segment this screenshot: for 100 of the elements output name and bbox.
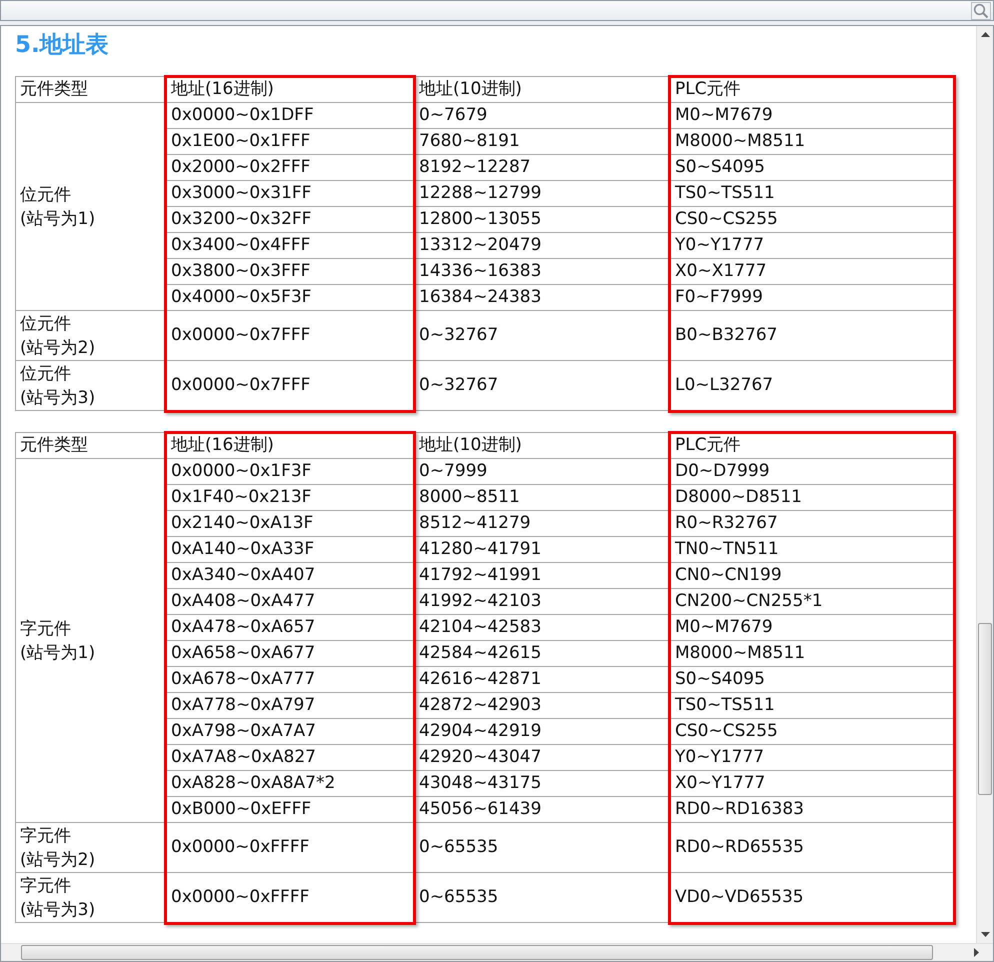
table-cell: 0xA340~0xA407: [167, 563, 414, 588]
table-cell: 14336~16383: [415, 259, 670, 284]
table-cell: 7680~8191: [415, 129, 670, 154]
table-cell: 0xA7A8~0xA827: [167, 745, 414, 770]
column-header: 元件类型: [16, 77, 166, 102]
table-cell: 42904~42919: [415, 719, 670, 744]
table-cell: 42920~43047: [415, 745, 670, 770]
table-cell: 0~65535: [415, 873, 670, 922]
table-cell: 0xA828~0xA8A7*2: [167, 771, 414, 796]
table-cell: 0x2140~0xA13F: [167, 511, 414, 536]
table-cell: 0xA140~0xA33F: [167, 537, 414, 562]
table-cell: CN200~CN255*1: [671, 589, 954, 614]
table-cell: M0~M7679: [671, 103, 954, 128]
table-cell: 13312~20479: [415, 233, 670, 258]
table-cell: 0x0000~0xFFFF: [167, 873, 414, 922]
column-header: 地址(10进制): [415, 433, 670, 458]
table-cell: 43048~43175: [415, 771, 670, 796]
table-cell: 字元件 (站号为3): [16, 873, 166, 922]
table-cell: 0x0000~0x7FFF: [167, 361, 414, 410]
table-cell: 0x0000~0x1DFF: [167, 103, 414, 128]
scroll-down-icon[interactable]: [980, 931, 990, 937]
column-header: PLC元件: [671, 433, 954, 458]
table-cell: 位元件 (站号为1): [16, 103, 166, 310]
table-cell: D0~D7999: [671, 459, 954, 484]
table-cell: 0~7679: [415, 103, 670, 128]
table-cell: 0~7999: [415, 459, 670, 484]
section-heading: 5.地址表: [15, 31, 110, 60]
table-cell: Y0~Y1777: [671, 745, 954, 770]
table-cell: 0xA778~0xA797: [167, 693, 414, 718]
table-cell: TN0~TN511: [671, 537, 954, 562]
table-cell: R0~R32767: [671, 511, 954, 536]
table-cell: CS0~CS255: [671, 207, 954, 232]
search-button[interactable]: [971, 2, 991, 20]
table-cell: 0x0000~0x7FFF: [167, 311, 414, 360]
table-cell: TS0~TS511: [671, 181, 954, 206]
table-cell: M0~M7679: [671, 615, 954, 640]
table-cell: CN0~CN199: [671, 563, 954, 588]
scroll-right-icon[interactable]: [973, 948, 979, 957]
table-cell: 0x1E00~0x1FFF: [167, 129, 414, 154]
table-cell: 8000~8511: [415, 485, 670, 510]
table-cell: 0x1F40~0x213F: [167, 485, 414, 510]
table-cell: X0~Y1777: [671, 771, 954, 796]
table-cell: 0x2000~0x2FFF: [167, 155, 414, 180]
horizontal-scrollbar[interactable]: [1, 943, 993, 961]
table-cell: 0~65535: [415, 823, 670, 872]
table-cell: 0xA408~0xA477: [167, 589, 414, 614]
table-cell: 0x3800~0x3FFF: [167, 259, 414, 284]
table-cell: B0~B32767: [671, 311, 954, 360]
table-cell: 0x4000~0x5F3F: [167, 285, 414, 310]
table-cell: 0xB000~0xEFFF: [167, 797, 414, 822]
search-icon: [973, 2, 989, 18]
table-cell: 位元件 (站号为2): [16, 311, 166, 360]
column-header: 地址(16进制): [167, 433, 414, 458]
column-header: 地址(10进制): [415, 77, 670, 102]
table-cell: D8000~D8511: [671, 485, 954, 510]
table-cell: Y0~Y1777: [671, 233, 954, 258]
table-cell: 42104~42583: [415, 615, 670, 640]
table-cell: 0xA658~0xA677: [167, 641, 414, 666]
table-cell: 0xA678~0xA777: [167, 667, 414, 692]
column-header: 元件类型: [16, 433, 166, 458]
table-cell: 45056~61439: [415, 797, 670, 822]
table-cell: F0~F7999: [671, 285, 954, 310]
table-cell: S0~S4095: [671, 155, 954, 180]
table-cell: 位元件 (站号为3): [16, 361, 166, 410]
table-cell: 42584~42615: [415, 641, 670, 666]
table-cell: 字元件 (站号为1): [16, 459, 166, 822]
table-cell: CS0~CS255: [671, 719, 954, 744]
table-cell: 41992~42103: [415, 589, 670, 614]
table-cell: 字元件 (站号为2): [16, 823, 166, 872]
table-cell: 8512~41279: [415, 511, 670, 536]
table-cell: TS0~TS511: [671, 693, 954, 718]
table-cell: 0x0000~0x1F3F: [167, 459, 414, 484]
table-cell: M8000~M8511: [671, 641, 954, 666]
scrollbar-thumb[interactable]: [978, 623, 992, 795]
table-cell: 41792~41991: [415, 563, 670, 588]
table-cell: L0~L32767: [671, 361, 954, 410]
table-cell: 8192~12287: [415, 155, 670, 180]
table-cell: 0x3400~0x4FFF: [167, 233, 414, 258]
table-cell: 0xA798~0xA7A7: [167, 719, 414, 744]
table-cell: 12800~13055: [415, 207, 670, 232]
table-cell: 0xA478~0xA657: [167, 615, 414, 640]
table-cell: 12288~12799: [415, 181, 670, 206]
table-cell: 0x3200~0x32FF: [167, 207, 414, 232]
vertical-scrollbar[interactable]: [976, 26, 993, 943]
column-header: 地址(16进制): [167, 77, 414, 102]
table-cell: 42872~42903: [415, 693, 670, 718]
column-header: PLC元件: [671, 77, 954, 102]
table-cell: 0~32767: [415, 361, 670, 410]
table-cell: 41280~41791: [415, 537, 670, 562]
table-cell: 16384~24383: [415, 285, 670, 310]
table-cell: VD0~VD65535: [671, 873, 954, 922]
table-cell: X0~X1777: [671, 259, 954, 284]
table-cell: 0x3000~0x31FF: [167, 181, 414, 206]
table-cell: M8000~M8511: [671, 129, 954, 154]
table-cell: 0~32767: [415, 311, 670, 360]
table-cell: RD0~RD16383: [671, 797, 954, 822]
table-cell: 42616~42871: [415, 667, 670, 692]
scrollbar-thumb[interactable]: [21, 945, 933, 960]
scroll-up-icon[interactable]: [980, 32, 990, 38]
table-cell: RD0~RD65535: [671, 823, 954, 872]
